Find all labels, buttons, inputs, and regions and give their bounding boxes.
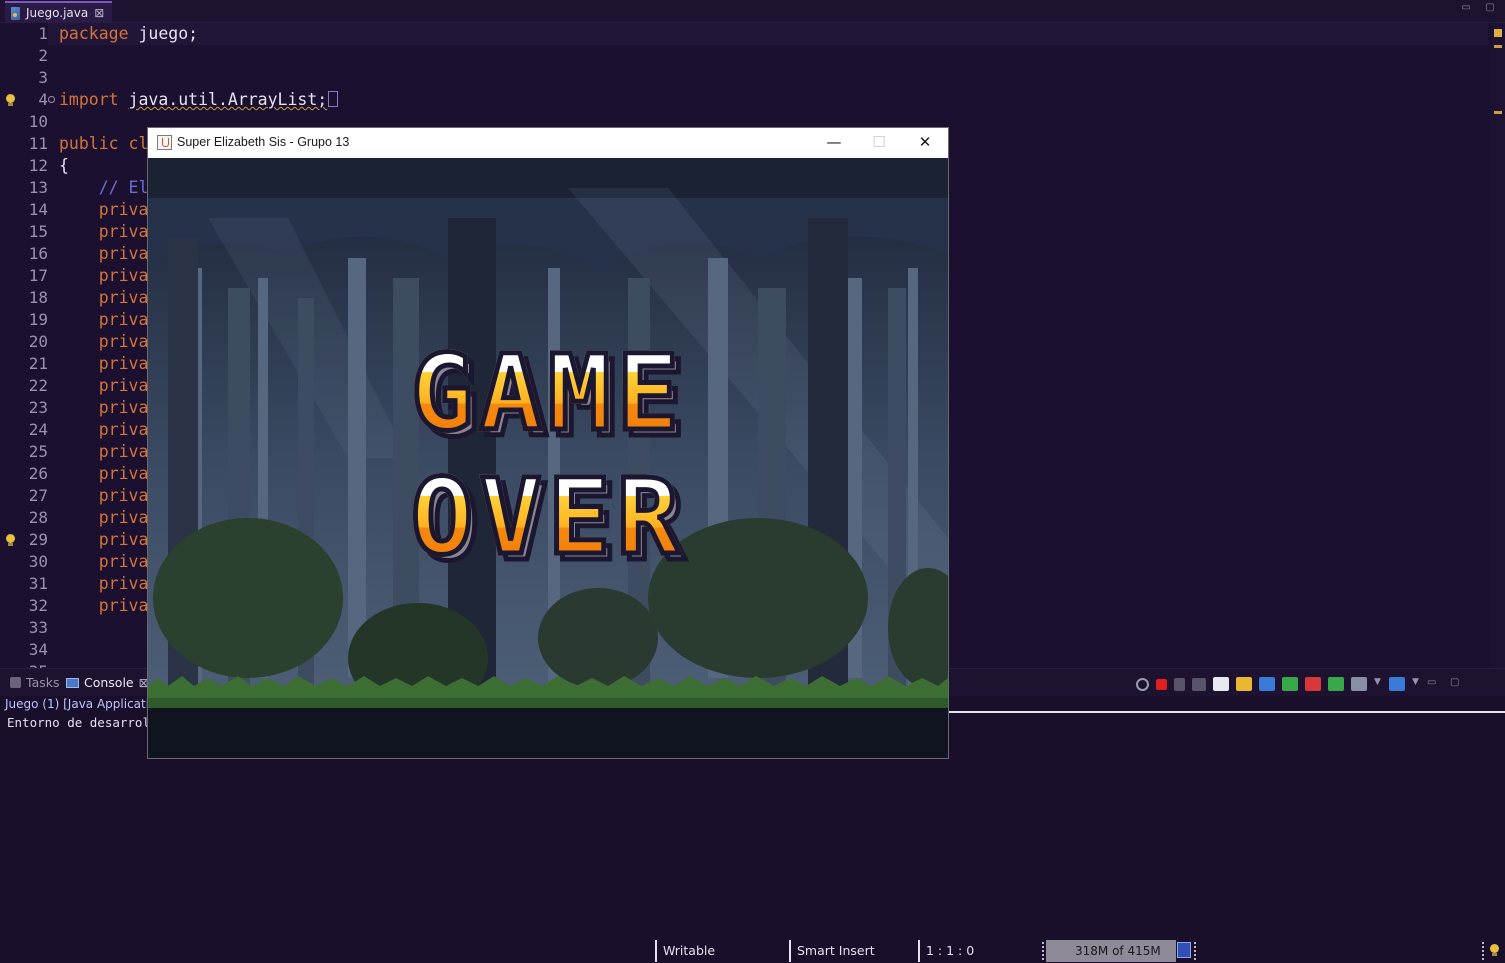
code-line: package juego; — [59, 24, 199, 43]
maximize-editor-icon[interactable]: ▢ — [1484, 3, 1496, 13]
editor-tab-label: Juego.java — [26, 6, 89, 20]
line-number: 27 — [28, 486, 48, 505]
line-number: 25 — [28, 442, 48, 461]
line-number: 19 — [28, 310, 48, 329]
console-toolbar: ▼ ▼ ▭ ▢ — [1136, 676, 1466, 692]
line-number: 12 — [28, 156, 48, 175]
console-description: Juego (1) [Java Application — [5, 697, 165, 711]
status-bar: Writable Smart Insert 1 : 1 : 0 318M of … — [0, 936, 1505, 963]
show-on-stdout-icon[interactable] — [1282, 677, 1298, 691]
line-number: 24 — [28, 420, 48, 439]
line-number: 11 — [28, 134, 48, 153]
overview-warning-marker[interactable] — [1494, 29, 1502, 37]
editor-tab-juego-java[interactable]: Juego.java ⊠ — [5, 1, 113, 23]
left-ruler — [0, 23, 20, 668]
line-number: 14 — [28, 200, 48, 219]
pin-console-icon[interactable] — [1328, 677, 1344, 691]
game-over-line1: GAME — [148, 339, 948, 448]
maximize-panel-icon[interactable]: ▢ — [1450, 677, 1466, 691]
line-number: 23 — [28, 398, 48, 417]
quick-fix-bulb-icon[interactable] — [6, 534, 15, 546]
minimize-button[interactable]: — — [811, 128, 857, 158]
show-on-stderr-icon[interactable] — [1305, 677, 1321, 691]
line-number: 4 — [38, 90, 48, 109]
terminate-icon[interactable] — [1156, 678, 1167, 690]
line-number: 10 — [28, 112, 48, 131]
line-number-gutter: 1 2 3 4 10 11 12 13 14 15 16 17 18 19 20… — [18, 23, 48, 668]
game-canvas[interactable]: GAME GAME OVER OVER — [148, 158, 948, 758]
display-console-icon[interactable] — [1351, 677, 1367, 691]
code-line: import java.util.ArrayList; — [59, 89, 339, 111]
close-button[interactable]: ✕ — [902, 128, 948, 158]
status-grip — [1482, 942, 1484, 960]
line-number: 22 — [28, 376, 48, 395]
line-number: 33 — [28, 618, 48, 637]
java-file-icon — [11, 6, 20, 20]
heap-status: 318M of 415M — [1046, 940, 1176, 962]
line-number: 18 — [28, 288, 48, 307]
chevron-down-icon[interactable]: ▼ — [1374, 677, 1382, 691]
open-console-icon[interactable] — [1389, 677, 1405, 691]
insert-mode-status[interactable]: Smart Insert — [789, 940, 918, 962]
folded-import-box[interactable] — [328, 91, 339, 107]
tasks-icon — [10, 677, 21, 688]
garbage-collect-icon[interactable] — [1177, 942, 1191, 958]
tip-bulb-icon[interactable] — [1490, 944, 1499, 956]
editor-tab-bar: Juego.java ⊠ ▭ ▢ — [0, 0, 1505, 23]
close-tab-icon[interactable]: ⊠ — [94, 7, 104, 19]
line-number: 32 — [28, 596, 48, 615]
line-number: 29 — [28, 530, 48, 549]
line-number: 28 — [28, 508, 48, 527]
writable-status: Writable — [655, 940, 789, 962]
clear-console-icon[interactable] — [1213, 677, 1229, 691]
line-number: 31 — [28, 574, 48, 593]
remove-launch-icon[interactable] — [1174, 677, 1185, 691]
java-app-icon — [157, 135, 172, 150]
game-window-title: Super Elizabeth Sis - Grupo 13 — [177, 135, 350, 149]
game-window-titlebar[interactable]: Super Elizabeth Sis - Grupo 13 — ☐ ✕ — [148, 128, 948, 158]
console-icon — [66, 677, 79, 688]
line-number: 26 — [28, 464, 48, 483]
cursor-position-status[interactable]: 1 : 1 : 0 — [918, 940, 1038, 962]
minimize-editor-icon[interactable]: ▭ — [1460, 3, 1472, 13]
line-number: 21 — [28, 354, 48, 373]
line-number: 13 — [28, 178, 48, 197]
status-grip — [1194, 942, 1196, 960]
overview-ruler[interactable] — [1491, 23, 1505, 668]
overview-marker[interactable] — [1494, 111, 1502, 114]
fold-expand-icon[interactable] — [48, 96, 55, 103]
game-window[interactable]: Super Elizabeth Sis - Grupo 13 — ☐ ✕ GAM… — [148, 128, 948, 758]
warning-squiggle: java.util.ArrayList; — [128, 90, 328, 109]
status-grip — [1042, 942, 1044, 960]
game-over-line2: OVER — [148, 463, 948, 572]
word-wrap-icon[interactable] — [1259, 677, 1275, 691]
line-number: 16 — [28, 244, 48, 263]
line-number: 20 — [28, 332, 48, 351]
line-number: 35 — [18, 661, 48, 668]
line-number: 15 — [28, 222, 48, 241]
line-number: 2 — [38, 46, 48, 65]
remove-all-icon[interactable] — [1192, 677, 1206, 691]
chevron-down-icon[interactable]: ▼ — [1412, 677, 1420, 691]
tab-tasks[interactable]: Tasks — [10, 675, 60, 690]
line-number: 17 — [28, 266, 48, 285]
minimize-panel-icon[interactable]: ▭ — [1427, 677, 1443, 691]
tab-console[interactable]: Console ⊠ — [66, 675, 149, 690]
scroll-lock-icon[interactable] — [1236, 677, 1252, 691]
line-number: 30 — [28, 552, 48, 571]
line-number: 1 — [38, 24, 48, 43]
console-separator — [948, 711, 1505, 713]
console-output[interactable]: Entorno de desarroll — [7, 715, 158, 730]
refresh-icon[interactable] — [1136, 677, 1149, 691]
quick-fix-bulb-icon[interactable] — [6, 94, 15, 106]
line-number: 3 — [38, 68, 48, 87]
overview-marker[interactable] — [1494, 45, 1502, 48]
maximize-button[interactable]: ☐ — [856, 128, 902, 158]
line-number: 34 — [28, 640, 48, 659]
